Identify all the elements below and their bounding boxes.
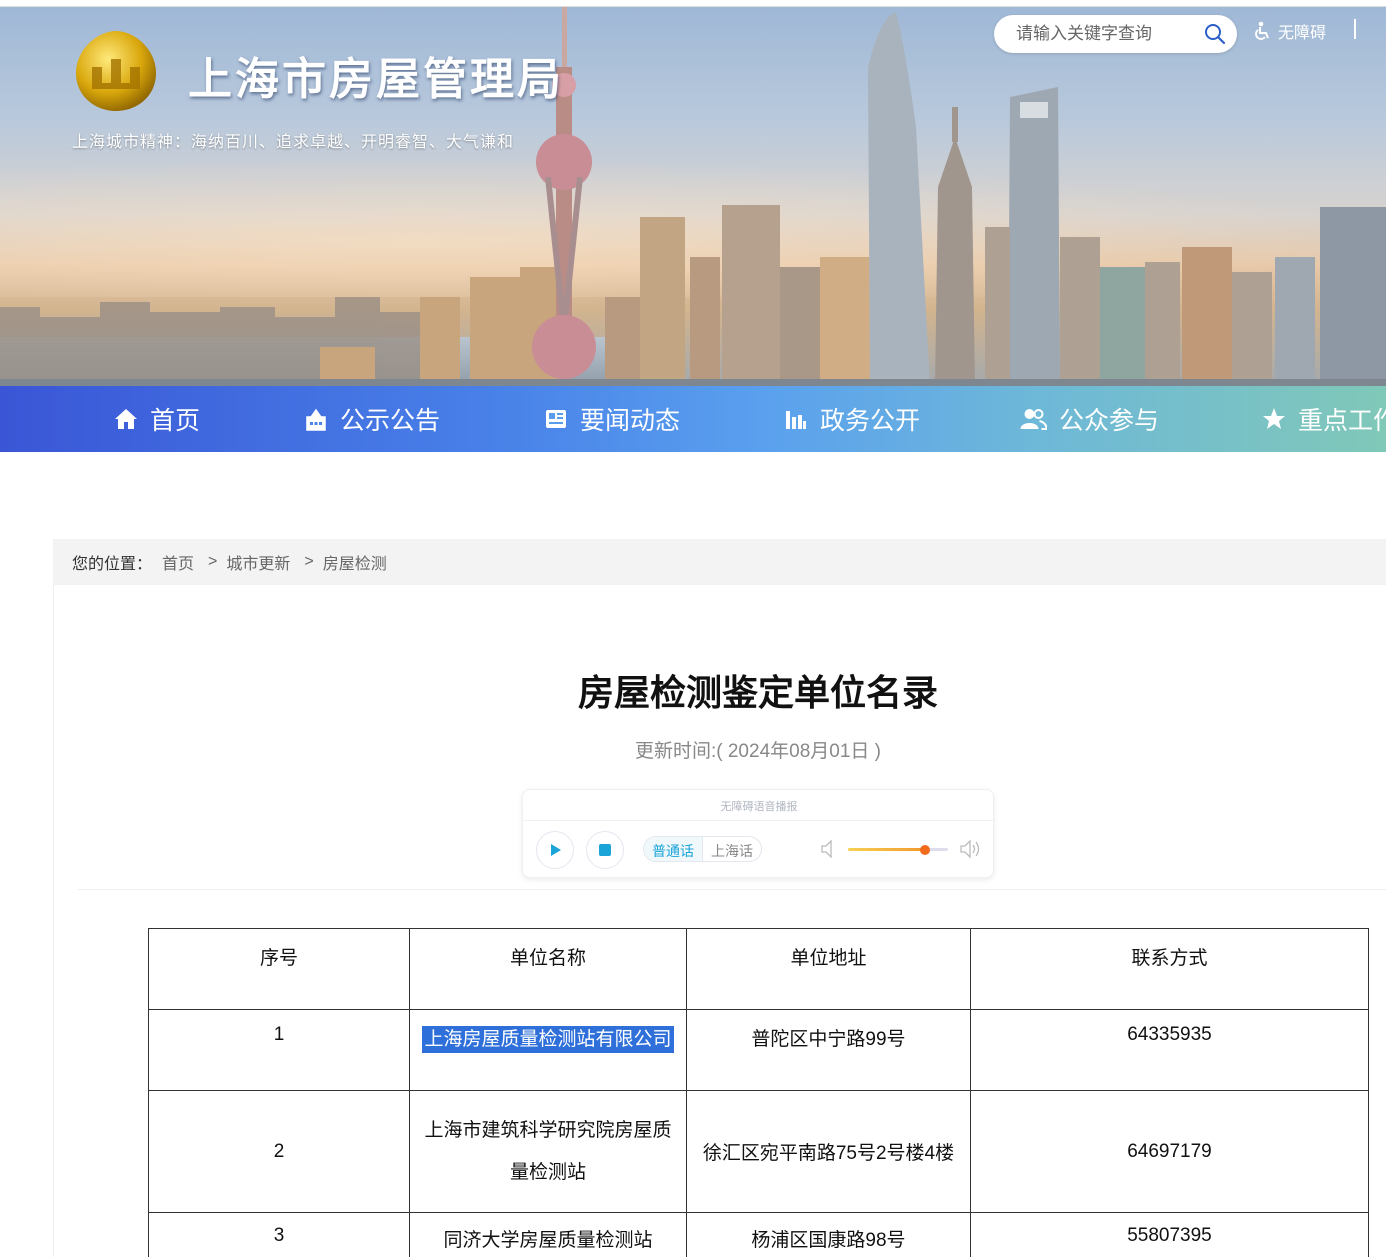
table-row: 2 上海市建筑科学研究院房屋质量检测站 徐汇区宛平南路75号2号楼4楼 6469…	[148, 1090, 1369, 1213]
unit-address: 普陀区中宁路99号	[686, 1009, 971, 1091]
column-header: 联系方式	[970, 928, 1369, 1010]
accessibility-label: 无障碍	[1278, 25, 1327, 42]
breadcrumb-separator: >	[208, 553, 218, 570]
main-nav: 首页 公示公告 要闻动态 政务公开 公众参与 重点工作	[0, 386, 1386, 452]
row-number: 2	[148, 1090, 410, 1213]
accessibility-link[interactable]: 无障碍	[1254, 19, 1326, 43]
volume-slider[interactable]	[848, 848, 948, 851]
language-switch: 普通话 上海话	[643, 836, 762, 862]
notice-icon	[306, 408, 326, 431]
volume-slider-handle[interactable]	[920, 845, 930, 855]
city-slogan: 上海城市精神：海纳百川、追求卓越、开明睿智、大气谦和	[72, 134, 515, 151]
stop-button[interactable]	[586, 831, 624, 869]
nav-label: 公众参与	[1059, 407, 1160, 435]
unit-name-selected: 上海房屋质量检测站有限公司	[422, 1026, 674, 1053]
table-row: 3 同济大学房屋质量检测站 杨浦区国康路98号 55807395	[148, 1212, 1369, 1257]
article-title: 房屋检测鉴定单位名录	[577, 672, 938, 713]
breadcrumb-separator: >	[304, 553, 314, 570]
row-number: 1	[148, 1009, 410, 1091]
search-input[interactable]	[1016, 15, 1206, 53]
unit-phone: 55807395	[970, 1212, 1369, 1257]
nav-item-news[interactable]: 要闻动态	[544, 386, 680, 452]
nav-item-key-work[interactable]: 重点工作	[1262, 386, 1386, 452]
column-header: 单位地址	[686, 928, 971, 1010]
row-number: 3	[148, 1212, 410, 1257]
unit-phone: 64697179	[970, 1090, 1369, 1213]
play-icon	[551, 844, 561, 856]
nav-item-participation[interactable]: 公众参与	[1020, 386, 1159, 452]
breadcrumb: 您的位置： 首页 > 城市更新 > 房屋检测	[53, 539, 1386, 585]
inspection-units-table: 序号 单位名称 单位地址 联系方式 1 上海房屋质量检测站有限公司 普陀区中宁路…	[148, 928, 1369, 1257]
header-divider	[1354, 19, 1356, 39]
search-icon[interactable]	[1203, 22, 1227, 46]
player-label: 无障碍语音播报	[720, 801, 798, 813]
nav-item-government[interactable]: 政务公开	[784, 386, 920, 452]
volume-high-icon[interactable]	[960, 839, 982, 859]
nav-label: 政务公开	[820, 407, 921, 435]
unit-name-cell: 上海房屋质量检测站有限公司	[409, 1009, 687, 1091]
home-icon	[115, 409, 137, 429]
volume-low-icon[interactable]	[821, 840, 835, 858]
play-button[interactable]	[536, 831, 574, 869]
column-header: 序号	[148, 928, 410, 1010]
nav-label: 首页	[150, 407, 201, 435]
breadcrumb-prefix: 您的位置：	[72, 556, 153, 573]
star-icon	[1263, 408, 1285, 429]
header-banner: 上海市房屋管理局 上海城市精神：海纳百川、追求卓越、开明睿智、大气谦和 无障碍	[0, 7, 1386, 386]
chart-icon	[786, 411, 806, 429]
nav-label: 重点工作	[1298, 407, 1386, 435]
table-row: 1 上海房屋质量检测站有限公司 普陀区中宁路99号 64335935	[148, 1009, 1369, 1091]
unit-address: 杨浦区国康路98号	[686, 1212, 971, 1257]
nav-label: 公示公告	[340, 407, 441, 435]
news-icon	[546, 410, 566, 428]
unit-name-cell: 上海市建筑科学研究院房屋质量检测站	[409, 1090, 687, 1213]
column-header: 单位名称	[409, 928, 687, 1010]
top-strip	[0, 0, 1386, 7]
breadcrumb-urban-renewal[interactable]: 城市更新	[226, 550, 290, 574]
wheelchair-icon	[1255, 21, 1269, 40]
nav-item-notices[interactable]: 公示公告	[304, 386, 440, 452]
unit-phone: 64335935	[970, 1009, 1369, 1091]
breadcrumb-house-inspection[interactable]: 房屋检测	[323, 550, 387, 574]
voice-player: 无障碍语音播报 普通话 上海话	[522, 789, 995, 878]
unit-name: 同济大学房屋质量检测站	[409, 1212, 687, 1257]
unit-name: 上海市建筑科学研究院房屋质量检测站	[424, 1119, 672, 1183]
search-box	[994, 15, 1237, 53]
unit-address: 徐汇区宛平南路75号2号楼4楼	[686, 1090, 971, 1213]
table-header-row: 序号 单位名称 单位地址 联系方式	[148, 928, 1369, 1010]
lang-mandarin-button[interactable]: 普通话	[644, 837, 703, 861]
nav-label: 要闻动态	[580, 407, 681, 435]
bureau-logo	[76, 31, 156, 111]
content-divider	[78, 889, 1386, 890]
breadcrumb-home[interactable]: 首页	[162, 550, 194, 574]
users-icon	[1020, 409, 1047, 430]
nav-item-home[interactable]: 首页	[114, 386, 200, 452]
stop-icon	[599, 844, 611, 856]
site-title[interactable]: 上海市房屋管理局	[188, 43, 564, 107]
shanghai-tower	[868, 12, 930, 386]
lang-shanghainese-button[interactable]: 上海话	[703, 837, 761, 861]
article-date: 更新时间:( 2024年08月01日 )	[634, 741, 882, 762]
